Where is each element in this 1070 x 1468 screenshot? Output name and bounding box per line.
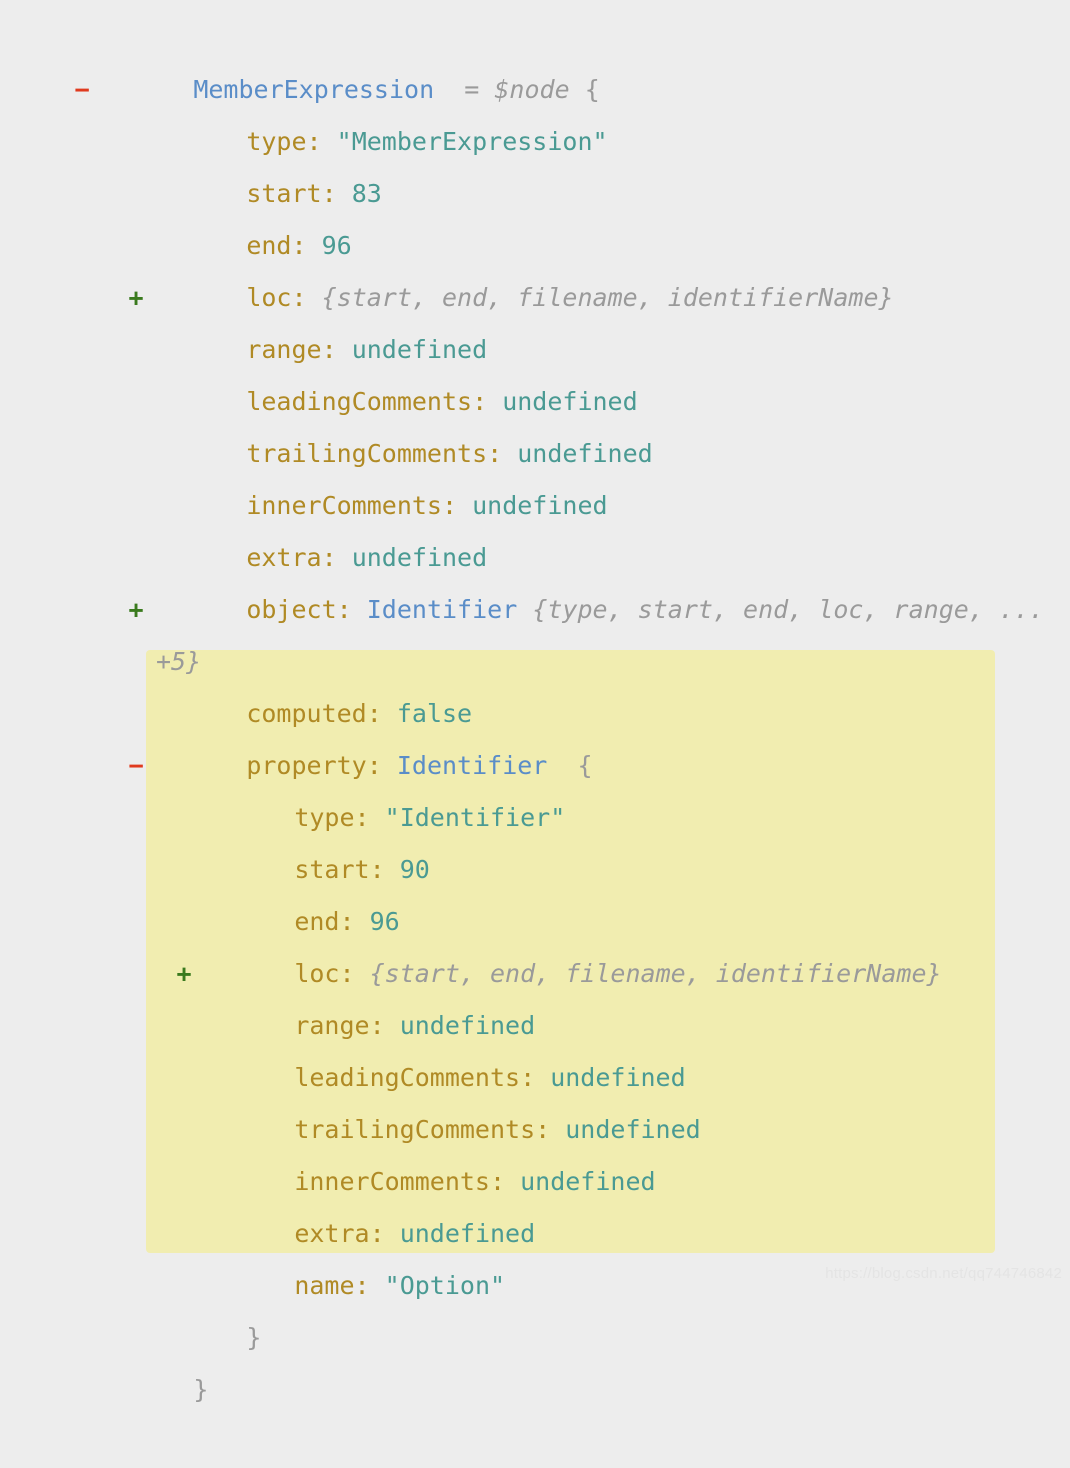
tree-row-extra[interactable]: extra: undefined xyxy=(0,480,1070,572)
tree-row-root[interactable]: − MemberExpression = $node { xyxy=(0,12,1070,104)
tree-row-inner-comments[interactable]: innerComments: undefined xyxy=(0,428,1070,520)
tree-row-type[interactable]: type: "MemberExpression" xyxy=(0,64,1070,156)
tree-row-property-range[interactable]: range: undefined xyxy=(0,948,1070,1040)
tree-row-trailing-comments[interactable]: trailingComments: undefined xyxy=(0,376,1070,468)
tree-row-property-leading-comments[interactable]: leadingComments: undefined xyxy=(0,1000,1070,1092)
tree-lines: − MemberExpression = $node { type: "Membe… xyxy=(0,0,1070,1404)
ast-node-inspector: − MemberExpression = $node { type: "Membe… xyxy=(0,0,1070,1404)
tree-row-object[interactable]: + object: Identifier {type, start, end, l… xyxy=(0,532,1070,676)
expand-icon-object[interactable]: + xyxy=(126,584,146,636)
tree-row-property-end[interactable]: end: 96 xyxy=(0,844,1070,936)
tree-row-range[interactable]: range: undefined xyxy=(0,272,1070,364)
tree-row-property-inner-comments[interactable]: innerComments: undefined xyxy=(0,1104,1070,1196)
tree-row-property-start[interactable]: start: 90 xyxy=(0,792,1070,884)
tree-row-loc[interactable]: + loc: {start, end, filename, identifierN… xyxy=(0,220,1070,312)
sp xyxy=(517,595,532,624)
prop-type-object: Identifier xyxy=(366,595,518,624)
tree-row-property-extra[interactable]: extra: undefined xyxy=(0,1156,1070,1248)
tree-row-property-name[interactable]: name: "Option" xyxy=(0,1208,1070,1300)
sp xyxy=(352,595,367,624)
watermark: https://blog.csdn.net/qq744746842 xyxy=(825,1265,1062,1282)
tree-row-root-close: } xyxy=(0,1312,1070,1404)
tree-row-property[interactable]: − property: Identifier { xyxy=(0,688,1070,780)
tree-row-property-loc[interactable]: + loc: {start, end, filename, identifierN… xyxy=(0,896,1070,988)
tree-row-leading-comments[interactable]: leadingComments: undefined xyxy=(0,324,1070,416)
root-close-brace: } xyxy=(193,1375,209,1404)
tree-row-property-type[interactable]: type: "Identifier" xyxy=(0,740,1070,832)
prop-key-object: object: xyxy=(246,595,352,624)
tree-row-end[interactable]: end: 96 xyxy=(0,168,1070,260)
tree-row-start[interactable]: start: 83 xyxy=(0,116,1070,208)
tree-row-property-trailing-comments[interactable]: trailingComments: undefined xyxy=(0,1052,1070,1144)
tree-row-computed[interactable]: computed: false xyxy=(0,636,1070,728)
